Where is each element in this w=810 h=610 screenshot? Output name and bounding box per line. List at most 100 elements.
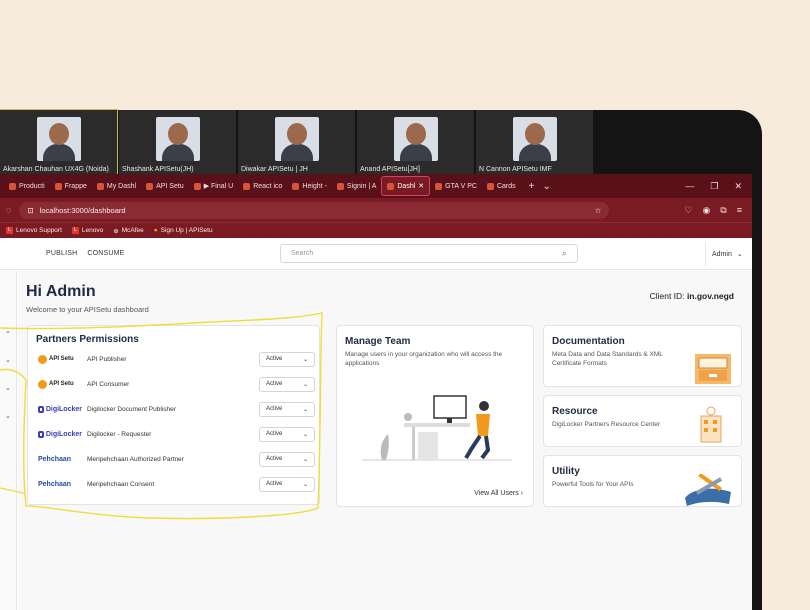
bookmark-item[interactable]: ⊕ McAfee [113,227,144,235]
close-window-icon[interactable]: ✕ [734,181,742,192]
browser-tab[interactable]: Signin | A [332,176,381,196]
browser-tab[interactable]: My Dashl [92,176,141,196]
partner-row: Pehchaan Meripehchaan Authorized Partner… [38,451,315,467]
minimize-icon[interactable]: — [685,181,694,192]
shield-icon[interactable]: ◌ [6,205,11,215]
url-field[interactable]: ⊡ localhost:3000/dashboard ☆ [19,201,610,219]
participant-tile[interactable]: Anand APISetu[JH] [357,110,474,174]
app-header: PUBLISH CONSUME Search ⌕ Admin ⌄ [0,238,752,270]
browser-tab[interactable]: Producti [4,176,50,196]
participant-tile[interactable]: Shashank APISetu(JH) [119,110,236,174]
team-illustration [362,395,512,461]
tools-icon [685,474,731,506]
browser-tab[interactable]: React ico [238,176,287,196]
page-info-icon[interactable]: ⊡ [27,206,33,215]
globe-icon: ⊕ [113,227,119,235]
tab-label: GTA V PC [445,182,477,190]
partner-name: Digilocker - Requester [87,430,152,438]
pehchaan-logo: Pehchaan [38,455,72,463]
documentation-card[interactable]: Documentation Meta Data and Data Standar… [543,325,742,387]
browser-toolbar: ♡ ◉ ⧉ ≡ [684,205,746,216]
apisetu-logo: API Setu [38,354,82,364]
chevron-down-icon: ⌄ [302,481,308,488]
tab-bar: Producti Frappe My Dashl API Setu ▶ Fina… [0,174,752,198]
collapsed-sidebar: ⌄ ⌄ ⌄ ⌄ [0,271,17,610]
status-select[interactable]: Active ⌄ [259,476,315,492]
tab-favicon-icon [243,182,251,190]
status-select[interactable]: Active ⌄ [259,451,315,467]
browser-tab[interactable]: ▶ Final U [189,176,239,196]
card-description: Manage users in your organization who wi… [345,351,503,367]
chevron-down-icon[interactable]: ⌄ [5,356,11,364]
participant-video [155,117,200,161]
card-title: Partners Permissions [36,334,139,345]
client-id: Client ID: in.gov.negd [650,291,734,301]
address-bar-row: ◌ ⊡ localhost:3000/dashboard ☆ ♡ ◉ ⧉ ≡ [0,198,752,222]
extensions-icon[interactable]: ⧉ [720,205,726,216]
search-icon[interactable]: ⌕ [562,248,567,259]
participant-name: Akarshan Chauhan UX4G (Noida) [3,166,109,173]
status-select[interactable]: Active ⌄ [259,426,315,442]
browser-tab[interactable]: API Setu [141,176,189,196]
tab-label: Signin | A [346,182,377,190]
file-cabinet-icon [695,354,731,384]
status-select[interactable]: Active ⌄ [259,401,315,417]
new-tab-icon[interactable]: + [529,181,535,192]
bookmark-star-icon[interactable]: ☆ [595,206,602,215]
manage-team-card[interactable]: Manage Team Manage users in your organiz… [336,325,534,507]
chevron-down-icon[interactable]: ⌄ [5,384,11,392]
bookmarks-bar: L Lenovo Support L Lenovo ⊕ McAfee ● Sign Up… [0,222,752,238]
bookmark-item[interactable]: L Lenovo Support [6,227,62,234]
bookmark-item[interactable]: ● Sign Up | APISetu [154,227,213,234]
browser-tab[interactable]: Frappe [50,176,92,196]
card-description: Meta Data and Data Standards & XML Certi… [552,351,663,367]
partner-row: API Setu API Publisher Active ⌄ [38,351,315,367]
menu-icon[interactable]: ≡ [737,205,742,216]
tab-favicon-icon [9,182,16,190]
user-menu[interactable]: Admin ⌄ [705,242,743,266]
close-tab-icon[interactable]: ✕ [418,182,424,190]
browser-tab[interactable]: Cards [482,176,521,196]
browser-tab-active[interactable]: Dashl ✕ [381,176,431,196]
status-select[interactable]: Active ⌄ [259,351,315,367]
browser-tab[interactable]: Height - [287,176,332,196]
view-all-users-link[interactable]: View All Users › [474,490,523,497]
participant-video [274,117,319,161]
chevron-down-icon: ⌄ [302,381,308,388]
chevron-down-icon[interactable]: ⌄ [5,412,11,420]
partner-name: Digilocker Document Publisher [87,405,176,413]
participant-tile[interactable]: Diwakar APISetu | JH [238,110,355,174]
partner-name: API Consumer [87,380,130,388]
pocket-icon[interactable]: ♡ [684,205,692,216]
tab-list-chevron-icon[interactable]: ⌄ [542,181,550,192]
nav-publish[interactable]: PUBLISH [46,250,77,257]
participant-video [36,117,81,161]
tab-favicon-icon [336,182,344,190]
participant-name: Anand APISetu[JH] [360,166,420,173]
tab-label: API Setu [156,182,184,190]
account-icon[interactable]: ◉ [702,205,710,216]
chevron-down-icon: ⌄ [736,251,743,258]
nav-consume[interactable]: CONSUME [87,250,124,257]
utility-card[interactable]: Utility Powerful Tools for Your APIs [543,455,742,507]
partner-name: Meripehchaan Consent [87,480,155,488]
status-select[interactable]: Active ⌄ [259,376,315,392]
partner-name: API Publisher [87,355,127,363]
tab-label: React ico [253,182,283,190]
participant-tile[interactable]: N Cannon APISetu IMF [476,110,593,174]
tab-favicon-icon [292,182,300,190]
lenovo-icon: L [71,227,79,234]
restore-icon[interactable]: ❐ [710,181,718,192]
resource-card[interactable]: Resource DigiLocker Partners Resource Ce… [543,395,742,447]
url-text: localhost:3000/dashboard [39,205,126,215]
participant-tile[interactable]: Akarshan Chauhan UX4G (Noida) [0,109,118,175]
tab-favicon-icon [193,182,201,190]
tab-favicon-icon [486,182,494,190]
bookmark-item[interactable]: L Lenovo [71,227,103,234]
bookmark-label: Lenovo Support [16,227,62,234]
search-input[interactable]: Search ⌕ [280,244,578,263]
tab-label: Height - [302,182,327,190]
window-controls: — ❐ ✕ [685,181,752,192]
browser-tab[interactable]: GTA V PC [430,176,482,196]
chevron-down-icon[interactable]: ⌄ [5,327,11,335]
